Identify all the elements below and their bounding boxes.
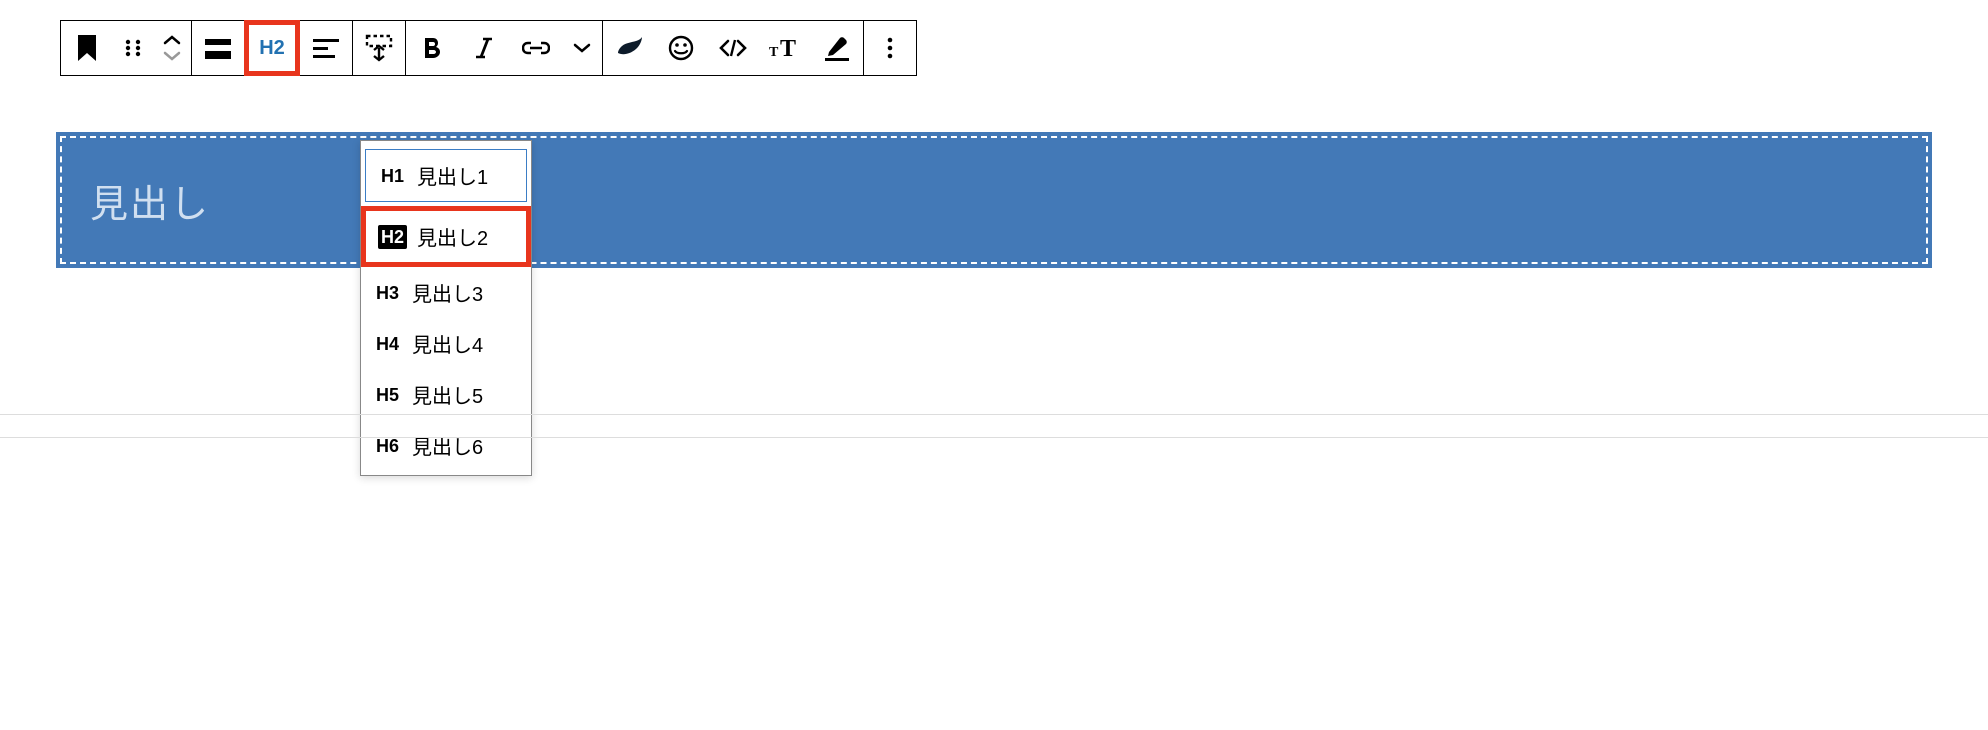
- heading-option-label: 見出し2: [417, 222, 488, 251]
- link-icon: [522, 40, 550, 56]
- code-button[interactable]: [707, 21, 759, 75]
- toolbar-group-extra: T T: [603, 21, 864, 75]
- heading-badge: H3: [373, 281, 402, 305]
- code-icon: [718, 38, 748, 58]
- heading-style-button[interactable]: [192, 21, 244, 75]
- drag-handle-icon: [123, 38, 143, 58]
- heading-placeholder: 見出し: [90, 173, 210, 228]
- heading-option-label: 見出し3: [412, 278, 483, 307]
- heading-option-h2[interactable]: H2 見出し2: [361, 206, 531, 267]
- move-up-down-buttons[interactable]: [153, 35, 191, 61]
- background-lines: [0, 414, 1988, 438]
- emoji-button[interactable]: [655, 21, 707, 75]
- fontsize-button[interactable]: T T: [759, 21, 811, 75]
- margin-button[interactable]: [353, 21, 405, 75]
- margin-icon: [364, 33, 394, 63]
- heading-option-label: 見出し1: [417, 161, 488, 190]
- toolbar-group-heading: H2: [192, 21, 353, 75]
- font-size-icon: T T: [769, 36, 801, 60]
- heading-badge: H5: [373, 383, 402, 407]
- bold-icon: [422, 36, 442, 60]
- brush-button[interactable]: [603, 21, 655, 75]
- bookmark-icon: [76, 35, 98, 61]
- highlight-button[interactable]: [811, 21, 863, 75]
- heading-badge: H1: [378, 164, 407, 188]
- align-left-icon: [313, 37, 339, 59]
- italic-button[interactable]: [458, 21, 510, 75]
- heading-level-label: H2: [259, 37, 285, 60]
- heading-option-h3[interactable]: H3 見出し3: [361, 267, 531, 318]
- heading-option-label: 見出し4: [412, 329, 483, 358]
- highlight-icon: [824, 34, 850, 62]
- chevron-down-icon: [573, 42, 591, 54]
- heading-level-button[interactable]: H2: [244, 20, 300, 76]
- chevron-down-icon: [163, 51, 181, 61]
- link-button[interactable]: [510, 21, 562, 75]
- more-options-button[interactable]: [864, 21, 916, 75]
- block-toolbar: H2: [60, 20, 917, 76]
- bold-button[interactable]: [406, 21, 458, 75]
- svg-text:T: T: [780, 36, 796, 60]
- heading-block[interactable]: 見出し: [60, 136, 1928, 264]
- heading-badge: H4: [373, 332, 402, 356]
- toolbar-group-format: [406, 21, 603, 75]
- heading-option-label: 見出し5: [412, 380, 483, 409]
- toolbar-group-block: [61, 21, 192, 75]
- emoji-icon: [668, 35, 694, 61]
- heading-option-h5[interactable]: H5 見出し5: [361, 369, 531, 420]
- align-button[interactable]: [300, 21, 352, 75]
- leaf-icon: [616, 37, 642, 59]
- drag-handle-button[interactable]: [113, 21, 153, 75]
- block-type-button[interactable]: [61, 21, 113, 75]
- heading-style-icon: [205, 35, 231, 61]
- heading-option-h1[interactable]: H1 見出し1: [365, 149, 527, 202]
- chevron-up-icon: [163, 35, 181, 45]
- toolbar-group-more: [864, 21, 916, 75]
- more-vertical-icon: [886, 36, 894, 60]
- svg-text:T: T: [769, 45, 779, 60]
- toolbar-group-margin: [353, 21, 406, 75]
- italic-icon: [476, 36, 492, 60]
- format-more-button[interactable]: [562, 21, 602, 75]
- heading-badge: H2: [378, 225, 407, 249]
- heading-option-h4[interactable]: H4 見出し4: [361, 318, 531, 369]
